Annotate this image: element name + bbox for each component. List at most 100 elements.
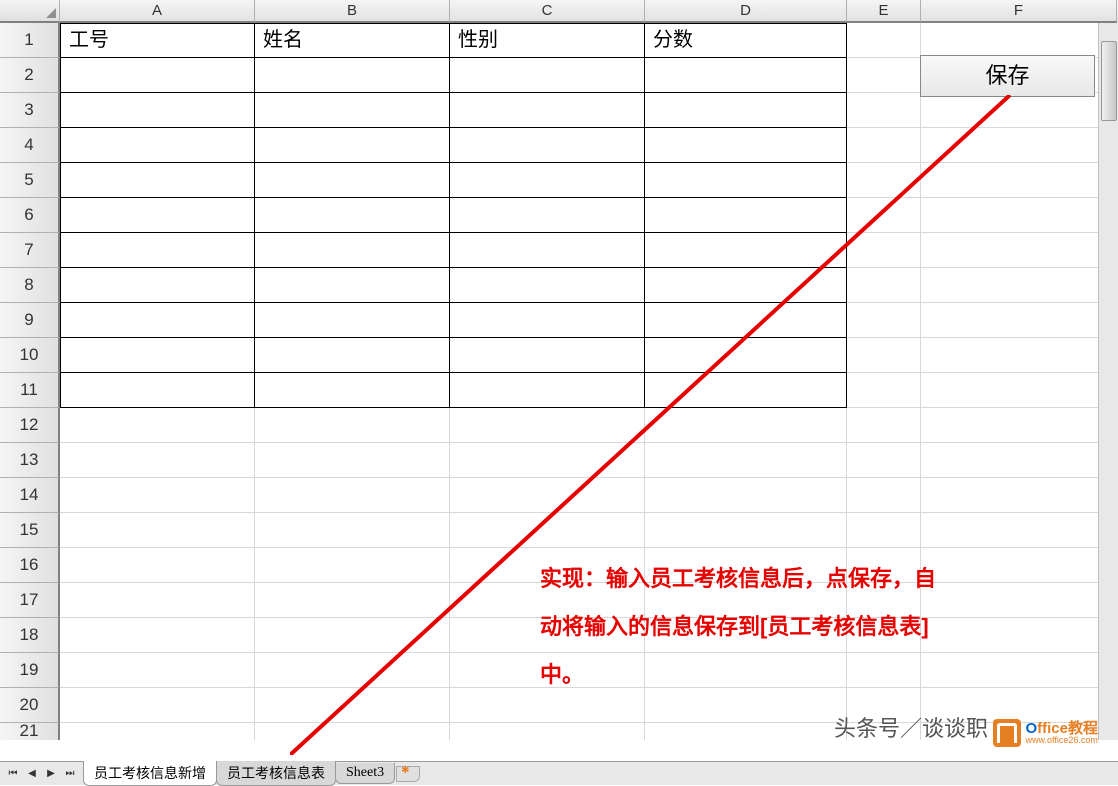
row-header-20[interactable]: 20: [0, 688, 60, 723]
cell-C2[interactable]: [450, 58, 645, 93]
cell-E1[interactable]: [847, 23, 921, 58]
tab-nav-next[interactable]: ▶: [42, 765, 60, 783]
cell-F18[interactable]: [921, 618, 1117, 653]
row-header-3[interactable]: 3: [0, 93, 60, 128]
cell-A17[interactable]: [60, 583, 255, 618]
cell-B11[interactable]: [255, 373, 450, 408]
cell-D9[interactable]: [645, 303, 847, 338]
cell-D4[interactable]: [645, 128, 847, 163]
cell-A8[interactable]: [60, 268, 255, 303]
cell-F15[interactable]: [921, 513, 1117, 548]
tab-nav-last[interactable]: ⏭: [61, 765, 79, 783]
cell-D12[interactable]: [645, 408, 847, 443]
cell-D2[interactable]: [645, 58, 847, 93]
scroll-thumb[interactable]: [1101, 41, 1117, 121]
row-header-19[interactable]: 19: [0, 653, 60, 688]
row-header-13[interactable]: 13: [0, 443, 60, 478]
cell-B21[interactable]: [255, 723, 450, 740]
row-header-1[interactable]: 1: [0, 23, 60, 58]
cell-F1[interactable]: [921, 23, 1117, 58]
cell-B16[interactable]: [255, 548, 450, 583]
cell-C21[interactable]: [450, 723, 645, 740]
cell-C12[interactable]: [450, 408, 645, 443]
cell-A2[interactable]: [60, 58, 255, 93]
row-header-17[interactable]: 17: [0, 583, 60, 618]
cell-F3[interactable]: [921, 93, 1117, 128]
cell-E2[interactable]: [847, 58, 921, 93]
cell-C15[interactable]: [450, 513, 645, 548]
cell-B9[interactable]: [255, 303, 450, 338]
cell-C14[interactable]: [450, 478, 645, 513]
cell-C6[interactable]: [450, 198, 645, 233]
row-header-10[interactable]: 10: [0, 338, 60, 373]
cell-F11[interactable]: [921, 373, 1117, 408]
row-header-7[interactable]: 7: [0, 233, 60, 268]
sheet-tab-2[interactable]: 员工考核信息表: [216, 761, 336, 786]
row-header-14[interactable]: 14: [0, 478, 60, 513]
cell-B13[interactable]: [255, 443, 450, 478]
cell-A6[interactable]: [60, 198, 255, 233]
cell-A14[interactable]: [60, 478, 255, 513]
cell-F13[interactable]: [921, 443, 1117, 478]
row-header-12[interactable]: 12: [0, 408, 60, 443]
cell-F6[interactable]: [921, 198, 1117, 233]
new-sheet-button[interactable]: [396, 766, 420, 782]
cell-E11[interactable]: [847, 373, 921, 408]
column-header-B[interactable]: B: [255, 0, 450, 23]
cell-B18[interactable]: [255, 618, 450, 653]
cell-A4[interactable]: [60, 128, 255, 163]
column-header-F[interactable]: F: [921, 0, 1117, 23]
cell-C1[interactable]: 性别: [450, 23, 645, 58]
cell-F7[interactable]: [921, 233, 1117, 268]
cell-B5[interactable]: [255, 163, 450, 198]
cell-C9[interactable]: [450, 303, 645, 338]
cell-F10[interactable]: [921, 338, 1117, 373]
cell-B15[interactable]: [255, 513, 450, 548]
vertical-scrollbar[interactable]: [1098, 23, 1118, 740]
tab-nav-prev[interactable]: ◀: [23, 765, 41, 783]
cell-D1[interactable]: 分数: [645, 23, 847, 58]
row-header-18[interactable]: 18: [0, 618, 60, 653]
cell-B20[interactable]: [255, 688, 450, 723]
sheet-tab-1[interactable]: 员工考核信息新增: [83, 761, 217, 786]
cell-F16[interactable]: [921, 548, 1117, 583]
cell-B12[interactable]: [255, 408, 450, 443]
cell-A5[interactable]: [60, 163, 255, 198]
cell-F14[interactable]: [921, 478, 1117, 513]
cell-A11[interactable]: [60, 373, 255, 408]
cell-A18[interactable]: [60, 618, 255, 653]
save-button[interactable]: 保存: [920, 55, 1095, 97]
cell-A16[interactable]: [60, 548, 255, 583]
cell-E4[interactable]: [847, 128, 921, 163]
row-header-5[interactable]: 5: [0, 163, 60, 198]
row-header-21[interactable]: 21: [0, 723, 60, 740]
cell-B8[interactable]: [255, 268, 450, 303]
cell-B3[interactable]: [255, 93, 450, 128]
cell-C13[interactable]: [450, 443, 645, 478]
cell-A1[interactable]: 工号: [60, 23, 255, 58]
cell-D14[interactable]: [645, 478, 847, 513]
cell-D3[interactable]: [645, 93, 847, 128]
cell-E12[interactable]: [847, 408, 921, 443]
cell-A20[interactable]: [60, 688, 255, 723]
cell-F5[interactable]: [921, 163, 1117, 198]
cell-C5[interactable]: [450, 163, 645, 198]
cell-E13[interactable]: [847, 443, 921, 478]
cell-C7[interactable]: [450, 233, 645, 268]
cell-A10[interactable]: [60, 338, 255, 373]
column-header-C[interactable]: C: [450, 0, 645, 23]
cell-E9[interactable]: [847, 303, 921, 338]
cell-A21[interactable]: [60, 723, 255, 740]
cell-C8[interactable]: [450, 268, 645, 303]
cell-D8[interactable]: [645, 268, 847, 303]
cell-E6[interactable]: [847, 198, 921, 233]
cell-E7[interactable]: [847, 233, 921, 268]
cell-B1[interactable]: 姓名: [255, 23, 450, 58]
cell-C4[interactable]: [450, 128, 645, 163]
sheet-tab-3[interactable]: Sheet3: [335, 763, 395, 784]
cell-E8[interactable]: [847, 268, 921, 303]
column-header-D[interactable]: D: [645, 0, 847, 23]
cell-F12[interactable]: [921, 408, 1117, 443]
cell-A12[interactable]: [60, 408, 255, 443]
cell-C10[interactable]: [450, 338, 645, 373]
